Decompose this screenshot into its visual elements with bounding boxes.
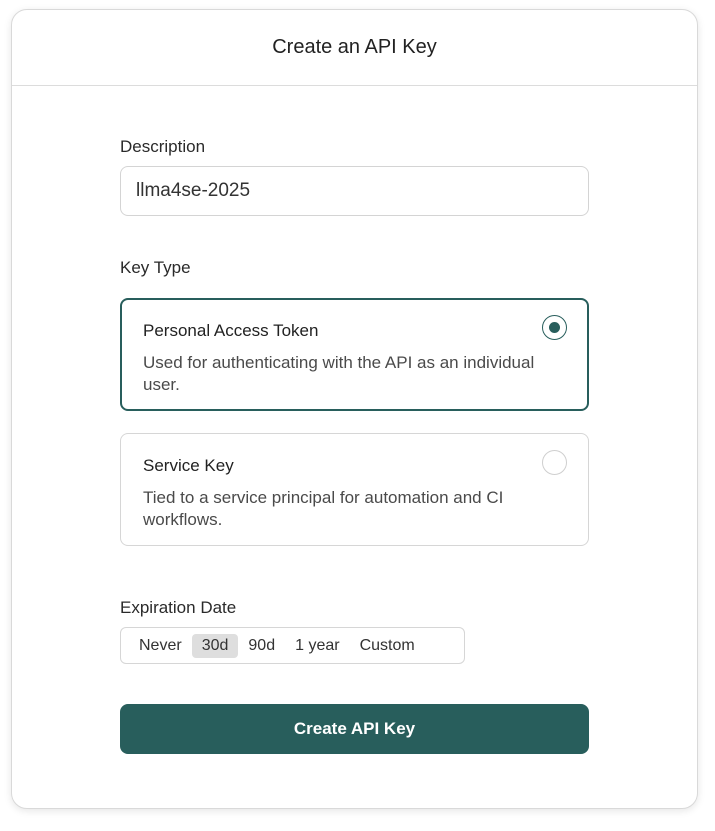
expiration-option-1-year[interactable]: 1 year — [285, 634, 349, 658]
description-input[interactable] — [120, 166, 589, 216]
create-api-key-button[interactable]: Create API Key — [120, 704, 589, 754]
radio-selected-icon[interactable] — [542, 315, 567, 340]
expiration-option-custom[interactable]: Custom — [350, 634, 425, 658]
radio-dot-icon — [549, 322, 560, 333]
option-description: Used for authenticating with the API as … — [143, 353, 535, 394]
key-type-option-personal-access-token[interactable]: Personal Access Token Used for authentic… — [120, 298, 589, 411]
key-type-option-service-key[interactable]: Service Key Tied to a service principal … — [120, 433, 589, 546]
expiration-date-label: Expiration Date — [120, 598, 237, 617]
option-description: Tied to a service principal for automati… — [143, 488, 504, 529]
create-api-key-dialog: Create an API Key Description Key Type P… — [11, 9, 698, 809]
description-label: Description — [120, 137, 206, 156]
expiration-segmented-control: Never 30d 90d 1 year Custom — [120, 627, 465, 664]
expiration-option-30d[interactable]: 30d — [191, 633, 239, 658]
expiration-option-never[interactable]: Never — [129, 634, 192, 658]
page: Create an API Key Description Key Type P… — [0, 0, 715, 831]
dialog-title: Create an API Key — [272, 36, 437, 58]
dialog-header: Create an API Key — [12, 10, 697, 86]
option-title: Service Key — [143, 456, 234, 475]
radio-unselected-icon[interactable] — [542, 450, 567, 475]
option-title: Personal Access Token — [143, 321, 319, 340]
expiration-option-90d[interactable]: 90d — [238, 634, 285, 658]
key-type-label: Key Type — [120, 258, 191, 277]
